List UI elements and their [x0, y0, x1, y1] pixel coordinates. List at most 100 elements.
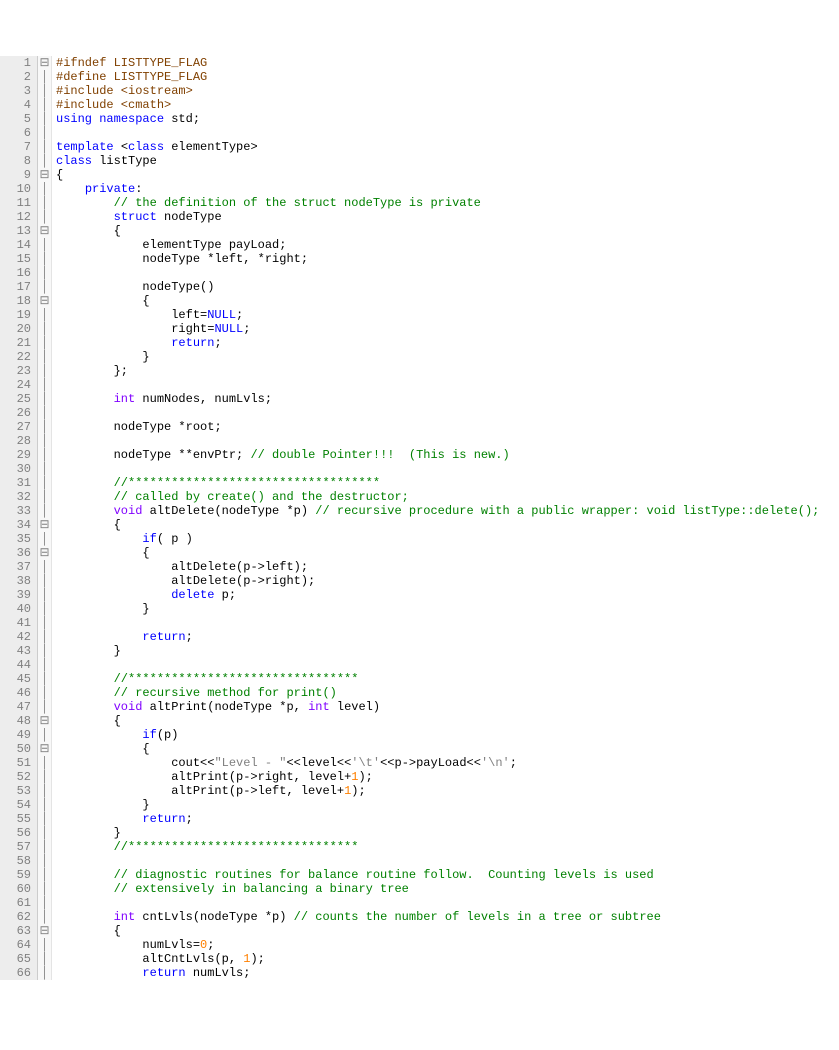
fold-marker[interactable]: │ [38, 630, 51, 644]
fold-marker[interactable]: │ [38, 448, 51, 462]
fold-marker[interactable]: │ [38, 322, 51, 336]
code-line[interactable]: nodeType *left, *right; [56, 252, 839, 266]
code-line[interactable] [56, 378, 839, 392]
fold-marker[interactable]: │ [38, 560, 51, 574]
code-line[interactable] [56, 854, 839, 868]
fold-marker[interactable]: │ [38, 336, 51, 350]
fold-marker[interactable]: │ [38, 910, 51, 924]
code-line[interactable]: cout<<"Level - "<<level<<'\t'<<p->payLoa… [56, 756, 839, 770]
code-line[interactable]: #include <iostream> [56, 84, 839, 98]
code-line[interactable]: { [56, 294, 839, 308]
fold-marker[interactable]: │ [38, 280, 51, 294]
code-line[interactable]: // the definition of the struct nodeType… [56, 196, 839, 210]
fold-marker[interactable]: │ [38, 350, 51, 364]
fold-marker[interactable]: │ [38, 532, 51, 546]
fold-marker[interactable]: │ [38, 266, 51, 280]
code-line[interactable]: altDelete(p->right); [56, 574, 839, 588]
fold-marker[interactable]: │ [38, 700, 51, 714]
fold-marker[interactable]: │ [38, 84, 51, 98]
code-line[interactable]: { [56, 546, 839, 560]
fold-marker[interactable]: │ [38, 252, 51, 266]
fold-marker[interactable]: │ [38, 896, 51, 910]
fold-marker[interactable]: │ [38, 574, 51, 588]
code-line[interactable] [56, 616, 839, 630]
code-editor[interactable]: 1 2 3 4 5 6 7 8 9 10 11 12 13 14 15 16 1… [0, 56, 839, 980]
code-area[interactable]: #ifndef LISTTYPE_FLAG#define LISTTYPE_FL… [52, 56, 839, 980]
fold-marker[interactable]: │ [38, 196, 51, 210]
code-line[interactable]: { [56, 742, 839, 756]
fold-marker[interactable]: │ [38, 798, 51, 812]
fold-marker[interactable]: │ [38, 126, 51, 140]
code-line[interactable]: if( p ) [56, 532, 839, 546]
code-line[interactable]: void altDelete(nodeType *p) // recursive… [56, 504, 839, 518]
code-line[interactable]: nodeType() [56, 280, 839, 294]
code-line[interactable]: return; [56, 630, 839, 644]
fold-marker[interactable]: ⊟ [38, 518, 51, 532]
fold-marker[interactable]: ⊟ [38, 924, 51, 938]
fold-marker[interactable]: │ [38, 210, 51, 224]
code-line[interactable]: altDelete(p->left); [56, 560, 839, 574]
code-line[interactable] [56, 462, 839, 476]
fold-marker[interactable]: │ [38, 378, 51, 392]
fold-marker[interactable]: │ [38, 840, 51, 854]
fold-marker[interactable]: ⊟ [38, 546, 51, 560]
code-line[interactable]: elementType payLoad; [56, 238, 839, 252]
code-line[interactable] [56, 896, 839, 910]
fold-marker[interactable]: │ [38, 364, 51, 378]
code-line[interactable]: altCntLvls(p, 1); [56, 952, 839, 966]
code-line[interactable]: #define LISTTYPE_FLAG [56, 70, 839, 84]
code-line[interactable]: { [56, 714, 839, 728]
code-line[interactable]: // diagnostic routines for balance routi… [56, 868, 839, 882]
fold-marker[interactable]: │ [38, 308, 51, 322]
fold-marker[interactable]: │ [38, 952, 51, 966]
code-line[interactable] [56, 434, 839, 448]
fold-marker[interactable]: ⊟ [38, 742, 51, 756]
code-line[interactable]: numLvls=0; [56, 938, 839, 952]
code-line[interactable]: { [56, 168, 839, 182]
fold-marker[interactable]: │ [38, 938, 51, 952]
code-line[interactable]: }; [56, 364, 839, 378]
code-line[interactable]: struct nodeType [56, 210, 839, 224]
code-line[interactable]: // recursive method for print() [56, 686, 839, 700]
code-line[interactable]: delete p; [56, 588, 839, 602]
fold-marker[interactable]: │ [38, 728, 51, 742]
code-line[interactable]: } [56, 350, 839, 364]
fold-marker[interactable]: │ [38, 434, 51, 448]
code-line[interactable]: { [56, 224, 839, 238]
fold-marker[interactable]: │ [38, 868, 51, 882]
code-line[interactable]: #include <cmath> [56, 98, 839, 112]
code-line[interactable] [56, 126, 839, 140]
fold-marker[interactable]: │ [38, 154, 51, 168]
fold-marker[interactable]: ⊟ [38, 294, 51, 308]
code-line[interactable]: { [56, 924, 839, 938]
fold-marker[interactable]: │ [38, 770, 51, 784]
fold-marker[interactable]: │ [38, 644, 51, 658]
fold-marker[interactable]: │ [38, 392, 51, 406]
fold-marker[interactable]: │ [38, 406, 51, 420]
code-line[interactable]: if(p) [56, 728, 839, 742]
fold-marker[interactable]: │ [38, 504, 51, 518]
fold-marker[interactable]: │ [38, 70, 51, 84]
fold-marker[interactable]: │ [38, 490, 51, 504]
code-line[interactable]: left=NULL; [56, 308, 839, 322]
code-line[interactable] [56, 658, 839, 672]
code-line[interactable]: } [56, 644, 839, 658]
fold-marker[interactable]: │ [38, 140, 51, 154]
fold-marker[interactable]: ⊟ [38, 714, 51, 728]
fold-marker[interactable]: │ [38, 112, 51, 126]
fold-marker[interactable]: │ [38, 756, 51, 770]
fold-marker[interactable]: │ [38, 420, 51, 434]
code-line[interactable]: template <class elementType> [56, 140, 839, 154]
fold-marker[interactable]: │ [38, 812, 51, 826]
code-line[interactable]: int numNodes, numLvls; [56, 392, 839, 406]
fold-marker[interactable]: │ [38, 826, 51, 840]
code-line[interactable] [56, 406, 839, 420]
code-line[interactable]: return; [56, 812, 839, 826]
code-line[interactable]: void altPrint(nodeType *p, int level) [56, 700, 839, 714]
fold-marker[interactable]: │ [38, 462, 51, 476]
code-line[interactable]: int cntLvls(nodeType *p) // counts the n… [56, 910, 839, 924]
code-line[interactable]: using namespace std; [56, 112, 839, 126]
code-line[interactable]: //******************************** [56, 840, 839, 854]
code-line[interactable]: #ifndef LISTTYPE_FLAG [56, 56, 839, 70]
code-line[interactable]: private: [56, 182, 839, 196]
